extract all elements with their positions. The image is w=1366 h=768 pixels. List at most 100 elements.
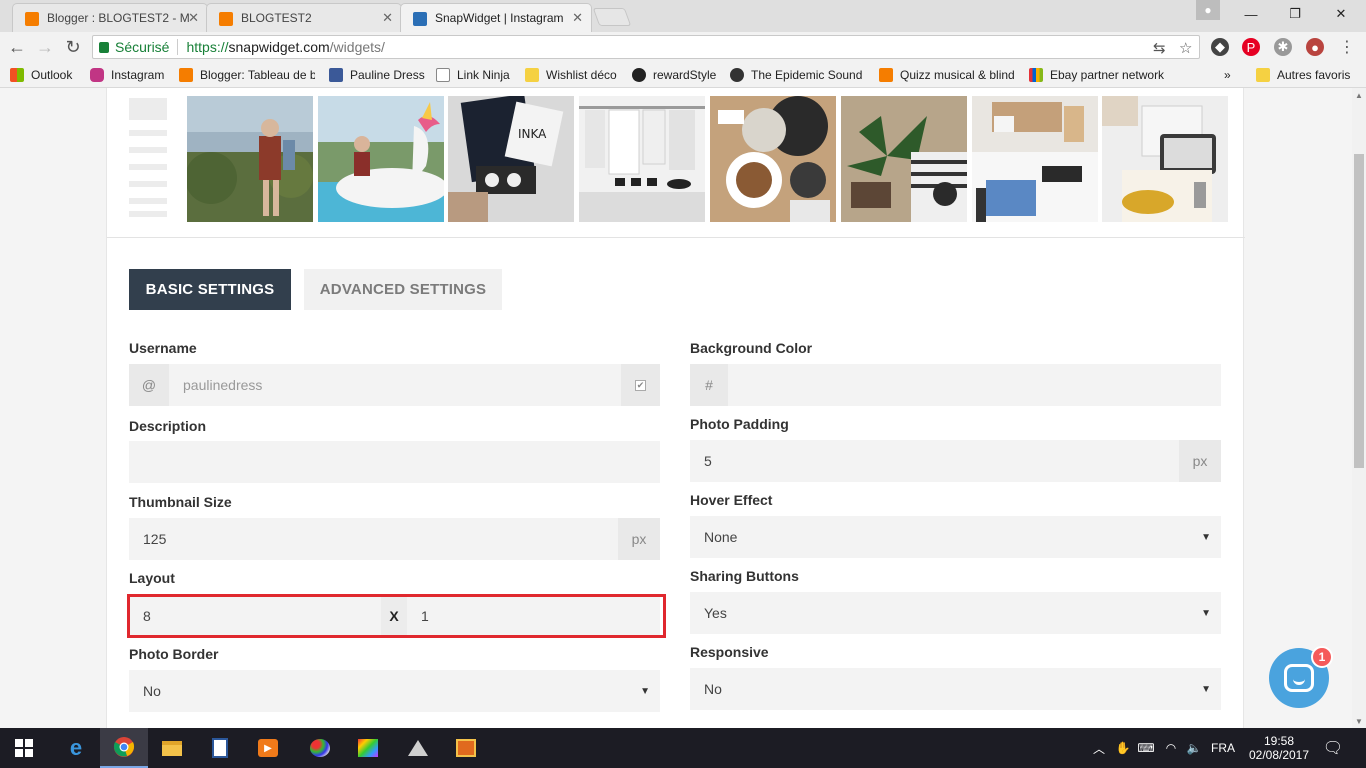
sharing-buttons-value: Yes (704, 605, 727, 621)
bookmark-epidemic-sound[interactable]: The Epidemic Sound (730, 66, 866, 84)
bookmark-rewardstyle[interactable]: rewardStyle (632, 66, 722, 84)
instagram-photo[interactable] (710, 96, 836, 222)
menu-icon[interactable]: ⋮ (1338, 38, 1356, 56)
photo-border-value: No (143, 683, 161, 699)
pinterest-icon[interactable]: P (1242, 38, 1260, 56)
preview-placeholder (129, 181, 167, 187)
bookmark-outlook[interactable]: Outlook (10, 66, 84, 84)
hash-prefix: # (690, 364, 728, 406)
bookmark-pauline-dress[interactable]: Pauline Dress (329, 66, 427, 84)
browser-tab-blogtest2[interactable]: BLOGTEST2 ✕ (206, 3, 402, 32)
highlight-box (127, 594, 666, 638)
file-explorer-icon[interactable] (148, 728, 196, 768)
tab-title: Blogger : BLOGTEST2 - M (47, 11, 190, 25)
sharing-buttons-select[interactable]: Yes ▼ (690, 592, 1221, 634)
instagram-photo[interactable] (318, 96, 444, 222)
windows-start-icon[interactable] (0, 728, 48, 768)
translate-icon[interactable]: ⇆ (1153, 39, 1166, 57)
photo-padding-input[interactable]: 5 px (690, 440, 1221, 482)
check-icon[interactable]: ✔ (635, 379, 646, 391)
paint-icon[interactable] (296, 728, 344, 768)
tray-chevron-icon[interactable]: ︿ (1090, 728, 1108, 768)
browser-tab-strip: Blogger : BLOGTEST2 - M ✕ BLOGTEST2 ✕ Sn… (0, 0, 1366, 32)
scroll-down-icon[interactable]: ▼ (1352, 714, 1366, 728)
instagram-photo[interactable] (972, 96, 1098, 222)
bookmark-blogger[interactable]: Blogger: Tableau de b (179, 66, 315, 84)
username-lock[interactable]: ✔ (621, 364, 660, 406)
px-unit: px (1179, 440, 1221, 482)
document-icon[interactable] (196, 728, 244, 768)
profile-icon[interactable]: ● (1196, 0, 1220, 20)
scroll-up-icon[interactable]: ▲ (1352, 88, 1366, 102)
close-tab-icon[interactable]: ✕ (188, 10, 199, 26)
color-picker-icon[interactable] (344, 728, 392, 768)
forward-icon[interactable]: → (34, 36, 56, 58)
username-value[interactable]: paulinedress (169, 377, 621, 393)
instagram-photo[interactable] (187, 96, 313, 222)
input-language[interactable]: FRA (1208, 728, 1238, 768)
extension-icon[interactable]: ● (1306, 38, 1324, 56)
bookmark-instagram[interactable]: Instagram (90, 66, 170, 84)
edge-icon[interactable]: e (52, 728, 100, 768)
description-input[interactable] (129, 441, 660, 483)
volume-icon[interactable]: 🔈 (1184, 728, 1204, 768)
browser-tab-snapwidget[interactable]: SnapWidget | Instagram ✕ (400, 3, 592, 32)
clock-date: 02/08/2017 (1248, 748, 1310, 762)
thumbnail-size-value[interactable]: 125 (129, 531, 618, 547)
background-color-field[interactable]: # (690, 364, 1221, 406)
thumbnail-size-input[interactable]: 125 px (129, 518, 660, 560)
close-tab-icon[interactable]: ✕ (382, 10, 393, 26)
bookmark-other-favorites[interactable]: Autres favoris (1256, 66, 1356, 84)
scrollbar-thumb[interactable] (1354, 154, 1364, 468)
url-scheme: https:// (186, 39, 229, 55)
hover-effect-value: None (704, 529, 738, 545)
clock[interactable]: 19:58 02/08/2017 (1244, 728, 1314, 768)
wifi-icon[interactable]: ◠ (1160, 728, 1182, 768)
bookmark-wishlist[interactable]: Wishlist déco (525, 66, 625, 84)
app-icon[interactable] (442, 728, 490, 768)
bookmark-ebay-partner[interactable]: Ebay partner network (1029, 66, 1173, 84)
tab-advanced-settings[interactable]: ADVANCED SETTINGS (304, 269, 502, 310)
input-method-icon[interactable]: ⌨ (1136, 728, 1156, 768)
photo-padding-label: Photo Padding (690, 416, 789, 432)
close-tab-icon[interactable]: ✕ (572, 10, 583, 26)
tab-basic-settings[interactable]: BASIC SETTINGS (129, 269, 291, 310)
instagram-photo[interactable] (1102, 96, 1228, 222)
rewardstyle-icon (632, 68, 646, 82)
photo-padding-value[interactable]: 5 (690, 453, 1179, 469)
minimize-icon[interactable]: — (1228, 0, 1274, 28)
bookmark-label: rewardStyle (653, 68, 717, 82)
username-field[interactable]: @ paulinedress ✔ (129, 364, 660, 406)
media-player-icon[interactable]: ▶ (244, 728, 292, 768)
responsive-value: No (704, 681, 722, 697)
app-icon[interactable] (394, 728, 442, 768)
action-center-icon[interactable]: 🗨 (1318, 728, 1348, 768)
secure-indicator[interactable]: Sécurisé (93, 39, 169, 55)
restore-icon[interactable]: ❐ (1272, 0, 1318, 28)
chrome-icon[interactable] (100, 728, 148, 768)
extension-icon[interactable]: ✱ (1274, 38, 1292, 56)
close-window-icon[interactable]: ✕ (1318, 0, 1364, 28)
chat-icon (1284, 664, 1314, 692)
instagram-photo[interactable]: INKA (448, 96, 574, 222)
back-icon[interactable]: ← (6, 36, 28, 58)
bookmarks-overflow-button[interactable]: » (1224, 66, 1238, 84)
bookmark-link-ninja[interactable]: Link Ninja (436, 66, 516, 84)
hover-effect-select[interactable]: None ▼ (690, 516, 1221, 558)
reload-icon[interactable]: ↻ (62, 36, 84, 58)
svg-text:INKA: INKA (518, 127, 547, 141)
bookmark-star-icon[interactable]: ☆ (1179, 39, 1192, 57)
bookmark-quizz-musical[interactable]: Quizz musical & blind (879, 66, 1017, 84)
instagram-photo[interactable] (579, 96, 705, 222)
responsive-select[interactable]: No ▼ (690, 668, 1221, 710)
page-scrollbar[interactable]: ▲ ▼ (1352, 88, 1366, 728)
page-icon (436, 68, 450, 82)
instagram-photo[interactable] (841, 96, 967, 222)
new-tab-button[interactable] (592, 8, 632, 26)
browser-tab-blogger[interactable]: Blogger : BLOGTEST2 - M ✕ (12, 3, 208, 32)
address-bar[interactable]: Sécurisé https:// snapwidget.com /widget… (92, 35, 1200, 59)
extension-icon[interactable]: ◆ (1211, 38, 1229, 56)
photo-border-label: Photo Border (129, 646, 219, 662)
photo-border-select[interactable]: No ▼ (129, 670, 660, 712)
tray-app-icon[interactable]: ✋ (1114, 728, 1132, 768)
